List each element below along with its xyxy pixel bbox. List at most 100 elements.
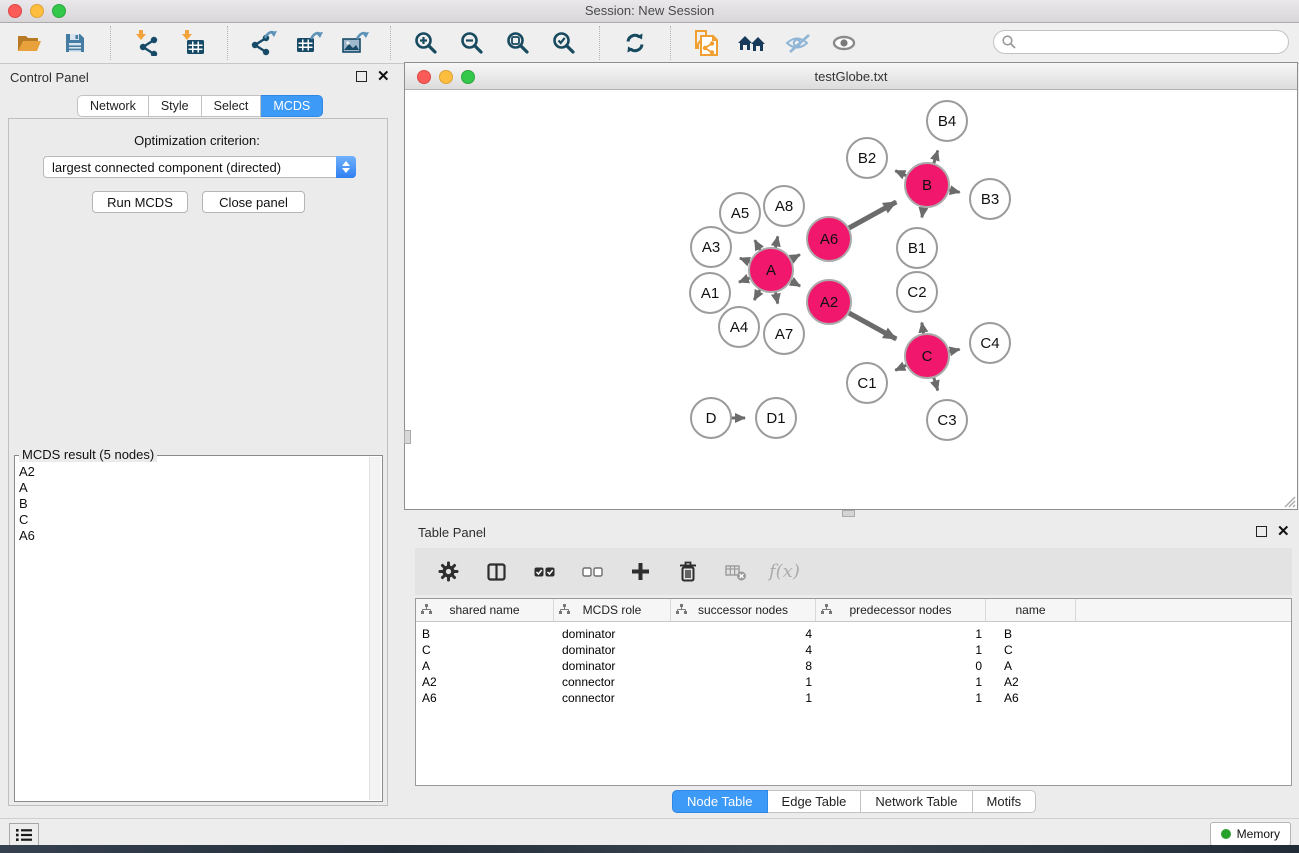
zoom-fit-icon[interactable] xyxy=(503,28,533,58)
function-builder-icon[interactable]: f(x) xyxy=(769,561,800,582)
table-toolbar: f(x) xyxy=(415,548,1292,595)
graph-node-A6[interactable]: A6 xyxy=(807,217,851,261)
column-header-successor-nodes[interactable]: successor nodes xyxy=(671,599,816,621)
table-cell: A6 xyxy=(416,691,554,705)
tab-edge-table[interactable]: Edge Table xyxy=(768,790,862,813)
table-cell: 1 xyxy=(671,691,816,705)
delete-column-icon[interactable] xyxy=(673,557,703,587)
tab-style[interactable]: Style xyxy=(149,95,202,117)
column-header-name[interactable]: name xyxy=(986,599,1076,621)
export-table-icon[interactable] xyxy=(294,28,324,58)
table-row[interactable]: Bdominator41B xyxy=(416,626,1291,642)
graph-node-A[interactable]: A xyxy=(749,248,793,292)
graph-node-C1[interactable]: C1 xyxy=(847,363,887,403)
search-field[interactable] xyxy=(993,30,1289,54)
table-row[interactable]: Adominator80A xyxy=(416,658,1291,674)
memory-button[interactable]: Memory xyxy=(1210,822,1291,846)
graph-node-A5[interactable]: A5 xyxy=(720,193,760,233)
mcds-result-item[interactable]: A xyxy=(19,480,368,496)
float-panel-icon[interactable] xyxy=(1256,526,1267,537)
column-header-mcds-role[interactable]: MCDS role xyxy=(554,599,671,621)
tab-motifs[interactable]: Motifs xyxy=(973,790,1037,813)
splitter-handle[interactable] xyxy=(404,430,411,444)
import-network-icon[interactable] xyxy=(131,28,161,58)
mcds-result-title: MCDS result (5 nodes) xyxy=(19,447,157,462)
home-view-icon[interactable] xyxy=(737,28,767,58)
node-table[interactable]: shared nameMCDS rolesuccessor nodesprede… xyxy=(415,598,1292,786)
column-header-shared-name[interactable]: shared name xyxy=(416,599,554,621)
save-session-icon[interactable] xyxy=(60,28,90,58)
toolbar-separator xyxy=(227,26,228,60)
dropdown-stepper-icon[interactable] xyxy=(336,156,356,178)
tab-select[interactable]: Select xyxy=(202,95,262,117)
network-view-window: testGlobe.txt A A1 A2 A3 A4 A5 A6 A7 A8 B B1 B2 B3B4… xyxy=(404,62,1298,510)
main-titlebar: Session: New Session xyxy=(0,0,1299,23)
column-header-predecessor-nodes[interactable]: predecessor nodes xyxy=(816,599,986,621)
resize-grip-icon[interactable] xyxy=(1282,494,1296,508)
search-input[interactable] xyxy=(1021,34,1288,51)
graph-node-C2[interactable]: C2 xyxy=(897,272,937,312)
graph-node-B2[interactable]: B2 xyxy=(847,138,887,178)
tab-network[interactable]: Network xyxy=(77,95,149,117)
svg-text:D: D xyxy=(706,410,717,427)
table-settings-gear-icon[interactable] xyxy=(433,557,463,587)
float-panel-icon[interactable] xyxy=(356,71,367,82)
show-columns-icon[interactable] xyxy=(481,557,511,587)
table-cell: 4 xyxy=(671,627,816,641)
import-table-icon[interactable] xyxy=(177,28,207,58)
show-eye-icon[interactable] xyxy=(829,28,859,58)
task-history-button[interactable] xyxy=(9,823,39,846)
mcds-result-scrollbar[interactable] xyxy=(369,457,381,800)
tab-network-table[interactable]: Network Table xyxy=(861,790,972,813)
criterion-dropdown[interactable]: largest connected component (directed) xyxy=(43,156,356,178)
table-row[interactable]: Cdominator41C xyxy=(416,642,1291,658)
network-file-icon[interactable] xyxy=(691,28,721,58)
graph-node-A1[interactable]: A1 xyxy=(690,273,730,313)
hide-selected-icon[interactable] xyxy=(783,28,813,58)
graph-node-B1[interactable]: B1 xyxy=(897,228,937,268)
splitter-handle[interactable] xyxy=(842,510,855,517)
table-row[interactable]: A2connector11A2 xyxy=(416,674,1291,690)
svg-text:A2: A2 xyxy=(820,294,838,311)
network-graph-canvas[interactable]: A A1 A2 A3 A4 A5 A6 A7 A8 B B1 B2 B3B4 C C1 C2 C3C4 D D1 xyxy=(405,89,1296,514)
graph-node-C[interactable]: C xyxy=(905,334,949,378)
graph-node-B[interactable]: B xyxy=(905,163,949,207)
open-session-icon[interactable] xyxy=(14,28,44,58)
table-row[interactable]: A6connector11A6 xyxy=(416,690,1291,706)
svg-text:C1: C1 xyxy=(857,375,876,392)
mcds-result-item[interactable]: B xyxy=(19,496,368,512)
delete-table-icon[interactable] xyxy=(721,557,751,587)
graph-node-D[interactable]: D xyxy=(691,398,731,438)
network-window-titlebar[interactable]: testGlobe.txt xyxy=(405,63,1297,90)
mcds-result-item[interactable]: A2 xyxy=(19,464,368,480)
refresh-icon[interactable] xyxy=(620,28,650,58)
tab-node-table[interactable]: Node Table xyxy=(672,790,768,813)
graph-node-A4[interactable]: A4 xyxy=(719,307,759,347)
close-panel-button[interactable]: Close panel xyxy=(202,191,305,213)
zoom-in-icon[interactable] xyxy=(411,28,441,58)
mcds-result-item[interactable]: C xyxy=(19,512,368,528)
export-network-icon[interactable] xyxy=(248,28,278,58)
zoom-out-icon[interactable] xyxy=(457,28,487,58)
graph-node-A7[interactable]: A7 xyxy=(764,314,804,354)
graph-node-B4[interactable]: B4 xyxy=(927,101,967,141)
graph-node-B3[interactable]: B3 xyxy=(970,179,1010,219)
graph-node-D1[interactable]: D1 xyxy=(756,398,796,438)
close-panel-icon[interactable]: ✕ xyxy=(377,72,390,82)
table-cell: 4 xyxy=(671,643,816,657)
run-mcds-button[interactable]: Run MCDS xyxy=(92,191,188,213)
graph-node-A3[interactable]: A3 xyxy=(691,227,731,267)
close-panel-icon[interactable]: ✕ xyxy=(1277,527,1290,537)
graph-node-C3[interactable]: C3 xyxy=(927,400,967,440)
zoom-selected-icon[interactable] xyxy=(549,28,579,58)
export-image-icon[interactable] xyxy=(340,28,370,58)
toolbar-separator xyxy=(390,26,391,60)
graph-node-A8[interactable]: A8 xyxy=(764,186,804,226)
deselect-all-icon[interactable] xyxy=(577,557,607,587)
graph-node-A2[interactable]: A2 xyxy=(807,280,851,324)
add-column-icon[interactable] xyxy=(625,557,655,587)
select-all-icon[interactable] xyxy=(529,557,559,587)
tab-mcds[interactable]: MCDS xyxy=(261,95,323,117)
graph-node-C4[interactable]: C4 xyxy=(970,323,1010,363)
mcds-result-item[interactable]: A6 xyxy=(19,528,368,544)
